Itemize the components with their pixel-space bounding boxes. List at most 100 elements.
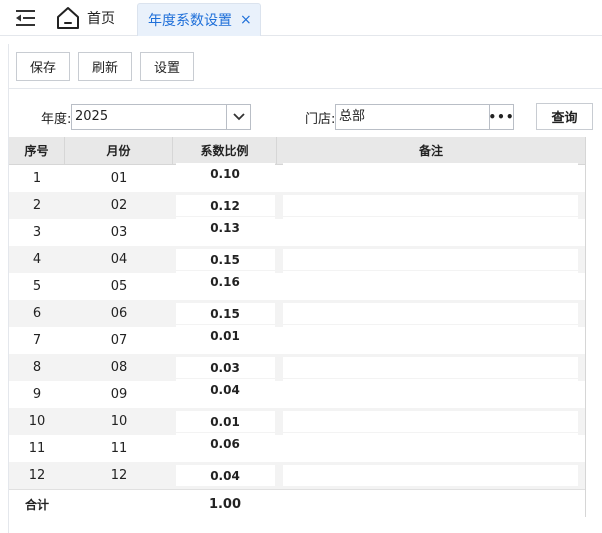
row-note-cell xyxy=(277,433,585,462)
year-select[interactable]: 2025 xyxy=(71,104,251,130)
year-label: 年度: xyxy=(41,112,72,127)
total-value: 1.00 xyxy=(208,497,242,512)
ratio-input[interactable]: 0.12 xyxy=(175,195,275,216)
ratio-input[interactable]: 0.13 xyxy=(175,217,275,238)
store-label: 门店: xyxy=(305,112,336,127)
table-row[interactable]: 9 09 0.04 xyxy=(9,379,585,408)
note-input[interactable] xyxy=(283,465,578,486)
ratio-input[interactable]: 0.16 xyxy=(175,271,275,292)
row-month: 06 xyxy=(110,306,128,321)
ratio-input[interactable]: 0.01 xyxy=(175,411,275,432)
tab-home-label: 首页 xyxy=(87,11,115,27)
note-input[interactable] xyxy=(283,217,578,238)
row-note-cell xyxy=(277,192,585,219)
note-input[interactable] xyxy=(283,195,578,216)
ratio-input[interactable]: 0.06 xyxy=(175,433,275,454)
row-note-cell xyxy=(277,325,585,354)
row-ratio-cell: 0.12 xyxy=(173,192,277,219)
ratio-input[interactable]: 0.03 xyxy=(175,357,275,378)
chevron-down-icon[interactable] xyxy=(226,105,250,129)
row-note-cell xyxy=(277,354,585,381)
row-month: 03 xyxy=(110,225,128,240)
row-month: 08 xyxy=(110,360,128,375)
row-ratio-cell: 0.06 xyxy=(173,433,277,462)
table-row[interactable]: 1 01 0.10 xyxy=(9,163,585,192)
row-ratio-cell: 0.16 xyxy=(173,271,277,300)
row-month: 12 xyxy=(110,468,128,483)
menu-fold-icon[interactable] xyxy=(14,8,38,28)
row-note-cell xyxy=(277,408,585,435)
row-seq: 5 xyxy=(32,279,42,294)
table-row[interactable]: 12 12 0.04 xyxy=(9,462,585,489)
ellipsis-icon[interactable]: ••• xyxy=(489,105,514,129)
home-icon xyxy=(55,5,81,31)
note-input[interactable] xyxy=(283,357,578,378)
row-note-cell xyxy=(277,300,585,327)
row-note-cell xyxy=(277,246,585,273)
row-seq: 4 xyxy=(32,252,42,267)
row-month: 07 xyxy=(110,333,128,348)
row-seq: 2 xyxy=(32,198,42,213)
ratio-input[interactable]: 0.15 xyxy=(175,249,275,270)
query-button[interactable]: 查询 xyxy=(536,103,593,130)
close-icon[interactable]: × xyxy=(240,13,252,27)
note-input[interactable] xyxy=(283,433,578,454)
row-note-cell xyxy=(277,217,585,246)
row-ratio-cell: 0.03 xyxy=(173,354,277,381)
row-month: 10 xyxy=(110,414,128,429)
year-select-value: 2025 xyxy=(75,109,109,124)
tab-annual-coefficient-label: 年度系数设置 xyxy=(148,13,232,29)
ratio-input[interactable]: 0.15 xyxy=(175,303,275,324)
row-seq: 7 xyxy=(32,333,42,348)
table-row[interactable]: 3 03 0.13 xyxy=(9,217,585,246)
header-seq[interactable]: 序号 xyxy=(9,137,65,164)
row-month: 02 xyxy=(110,198,128,213)
row-seq: 6 xyxy=(32,306,42,321)
grid-header: 序号 月份 系数比例 备注 xyxy=(9,137,585,165)
note-input[interactable] xyxy=(283,163,578,184)
store-field[interactable]: 总部 ••• xyxy=(335,104,514,130)
row-ratio-cell: 0.01 xyxy=(173,408,277,435)
tab-home[interactable]: 首页 xyxy=(55,4,115,32)
note-input[interactable] xyxy=(283,411,578,432)
toolbar-divider xyxy=(9,88,602,89)
ratio-input[interactable]: 0.04 xyxy=(175,379,275,400)
row-seq: 3 xyxy=(32,225,42,240)
refresh-button[interactable]: 刷新 xyxy=(78,52,132,81)
table-row[interactable]: 4 04 0.15 xyxy=(9,246,585,273)
table-row[interactable]: 5 05 0.16 xyxy=(9,271,585,300)
ratio-input[interactable]: 0.04 xyxy=(175,465,275,486)
tab-annual-coefficient[interactable]: 年度系数设置 × xyxy=(137,3,261,36)
settings-button[interactable]: 设置 xyxy=(140,52,194,81)
table-row[interactable]: 8 08 0.03 xyxy=(9,354,585,381)
page-content: 保存 刷新 设置 年度: 2025 门店: 总部 ••• 查询 序号 月份 系数… xyxy=(8,44,602,533)
note-input[interactable] xyxy=(283,271,578,292)
table-row[interactable]: 11 11 0.06 xyxy=(9,433,585,462)
ratio-input[interactable]: 0.01 xyxy=(175,325,275,346)
note-input[interactable] xyxy=(283,379,578,400)
table-row[interactable]: 2 02 0.12 xyxy=(9,192,585,219)
note-input[interactable] xyxy=(283,249,578,270)
table-row[interactable]: 6 06 0.15 xyxy=(9,300,585,327)
toolbar: 保存 刷新 设置 xyxy=(16,52,194,81)
header-note[interactable]: 备注 xyxy=(277,137,585,164)
row-note-cell xyxy=(277,271,585,300)
save-button[interactable]: 保存 xyxy=(16,52,70,81)
header-ratio[interactable]: 系数比例 xyxy=(173,137,277,164)
ratio-input[interactable]: 0.10 xyxy=(175,163,275,184)
header-month[interactable]: 月份 xyxy=(65,137,173,164)
grid-body: 1 01 0.10 2 02 0.12 3 03 0.13 4 04 0.15 5 05 0.16 6 06 0.… xyxy=(9,163,585,489)
row-seq: 11 xyxy=(28,441,46,456)
table-row[interactable]: 10 10 0.01 xyxy=(9,408,585,435)
row-month: 01 xyxy=(110,171,128,186)
tab-bar: 首页 年度系数设置 × xyxy=(0,0,602,36)
row-seq: 1 xyxy=(32,171,42,186)
note-input[interactable] xyxy=(283,303,578,324)
row-seq: 8 xyxy=(32,360,42,375)
row-ratio-cell: 0.15 xyxy=(173,300,277,327)
row-ratio-cell: 0.04 xyxy=(173,462,277,489)
row-month: 05 xyxy=(110,279,128,294)
row-month: 11 xyxy=(110,441,128,456)
note-input[interactable] xyxy=(283,325,578,346)
table-row[interactable]: 7 07 0.01 xyxy=(9,325,585,354)
